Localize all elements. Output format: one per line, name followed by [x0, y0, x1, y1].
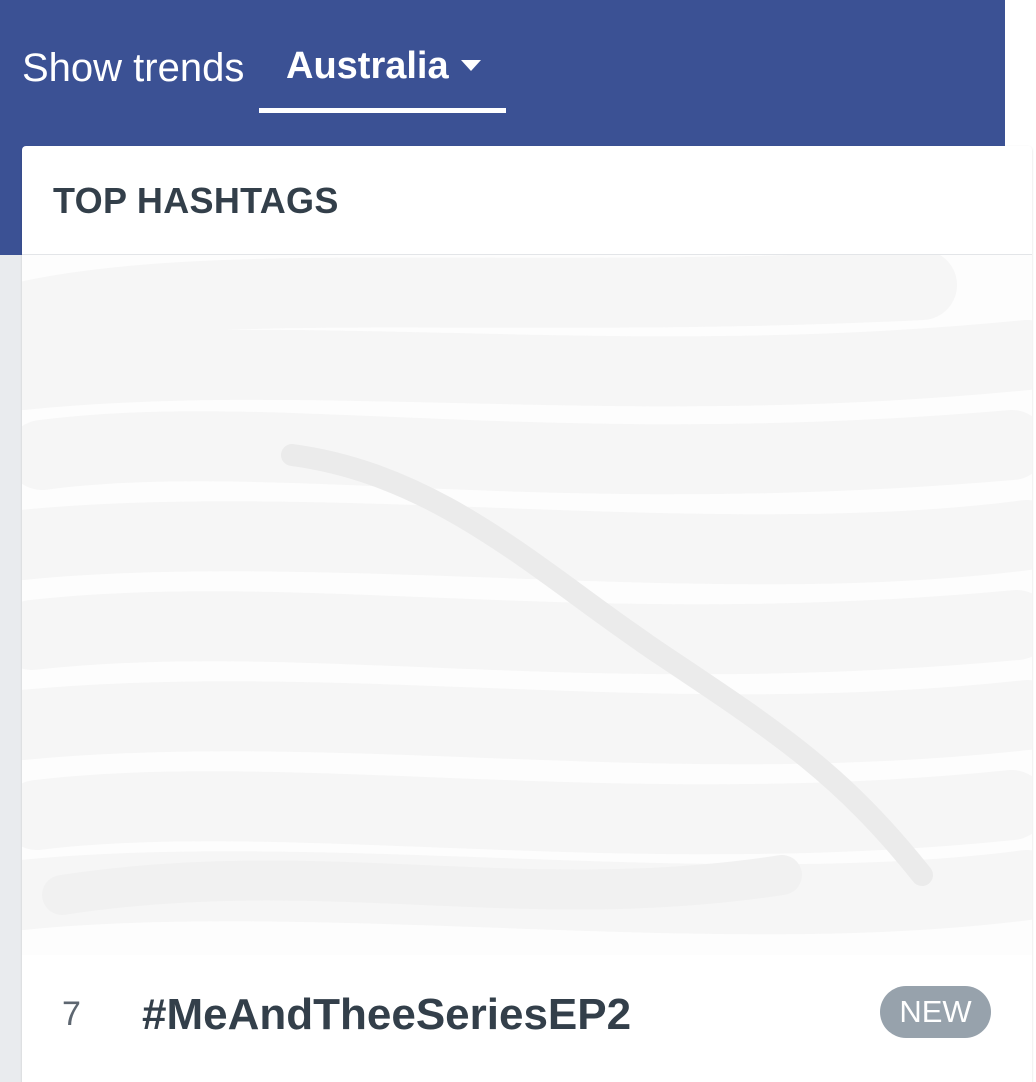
redacted-area: [22, 255, 1032, 955]
active-tab-underline: [259, 108, 506, 113]
country-dropdown[interactable]: Australia: [259, 30, 506, 114]
trends-header: Show trends Australia: [0, 0, 1005, 140]
top-hashtags-card: TOP HASHTAGS 7 #MeAndTheeSeriesEP2 NEW: [22, 146, 1032, 1082]
chevron-down-icon: [461, 60, 481, 71]
hashtag-rank: 7: [62, 995, 81, 1033]
hashtag-link[interactable]: #MeAndTheeSeriesEP2: [142, 990, 631, 1040]
card-header: TOP HASHTAGS: [22, 146, 1032, 255]
hashtag-row[interactable]: 7 #MeAndTheeSeriesEP2 NEW: [22, 964, 1032, 1064]
show-trends-label: Show trends: [22, 46, 245, 90]
redaction-scribble: [22, 255, 1032, 935]
card-title: TOP HASHTAGS: [53, 180, 339, 221]
new-badge: NEW: [880, 986, 991, 1038]
country-label: Australia: [286, 45, 449, 87]
